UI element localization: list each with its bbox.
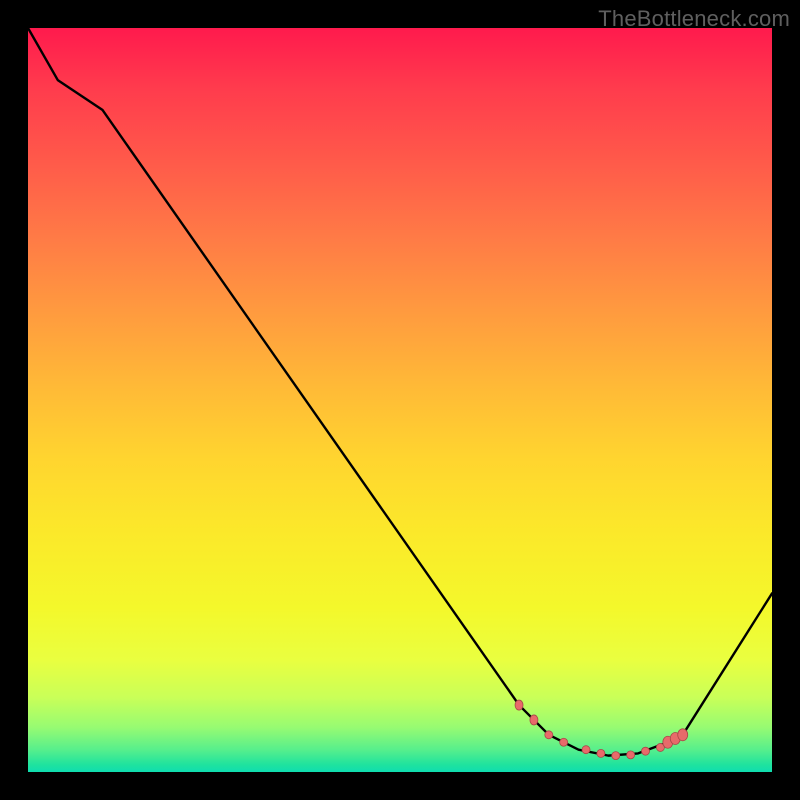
highlight-dot xyxy=(560,738,568,746)
highlight-dot xyxy=(627,751,635,759)
highlight-dot xyxy=(642,747,650,755)
highlight-dot xyxy=(597,749,605,757)
highlight-dot xyxy=(545,731,553,739)
highlight-dot xyxy=(515,700,523,710)
highlight-dot xyxy=(582,746,590,754)
bottleneck-curve xyxy=(28,28,772,756)
highlight-dot xyxy=(530,715,538,725)
highlight-dot xyxy=(612,752,620,760)
chart-frame: TheBottleneck.com xyxy=(0,0,800,800)
highlight-dot xyxy=(678,729,688,741)
curve-layer xyxy=(28,28,772,772)
plot-area xyxy=(28,28,772,772)
watermark-text: TheBottleneck.com xyxy=(598,6,790,32)
highlight-dots xyxy=(515,700,688,760)
